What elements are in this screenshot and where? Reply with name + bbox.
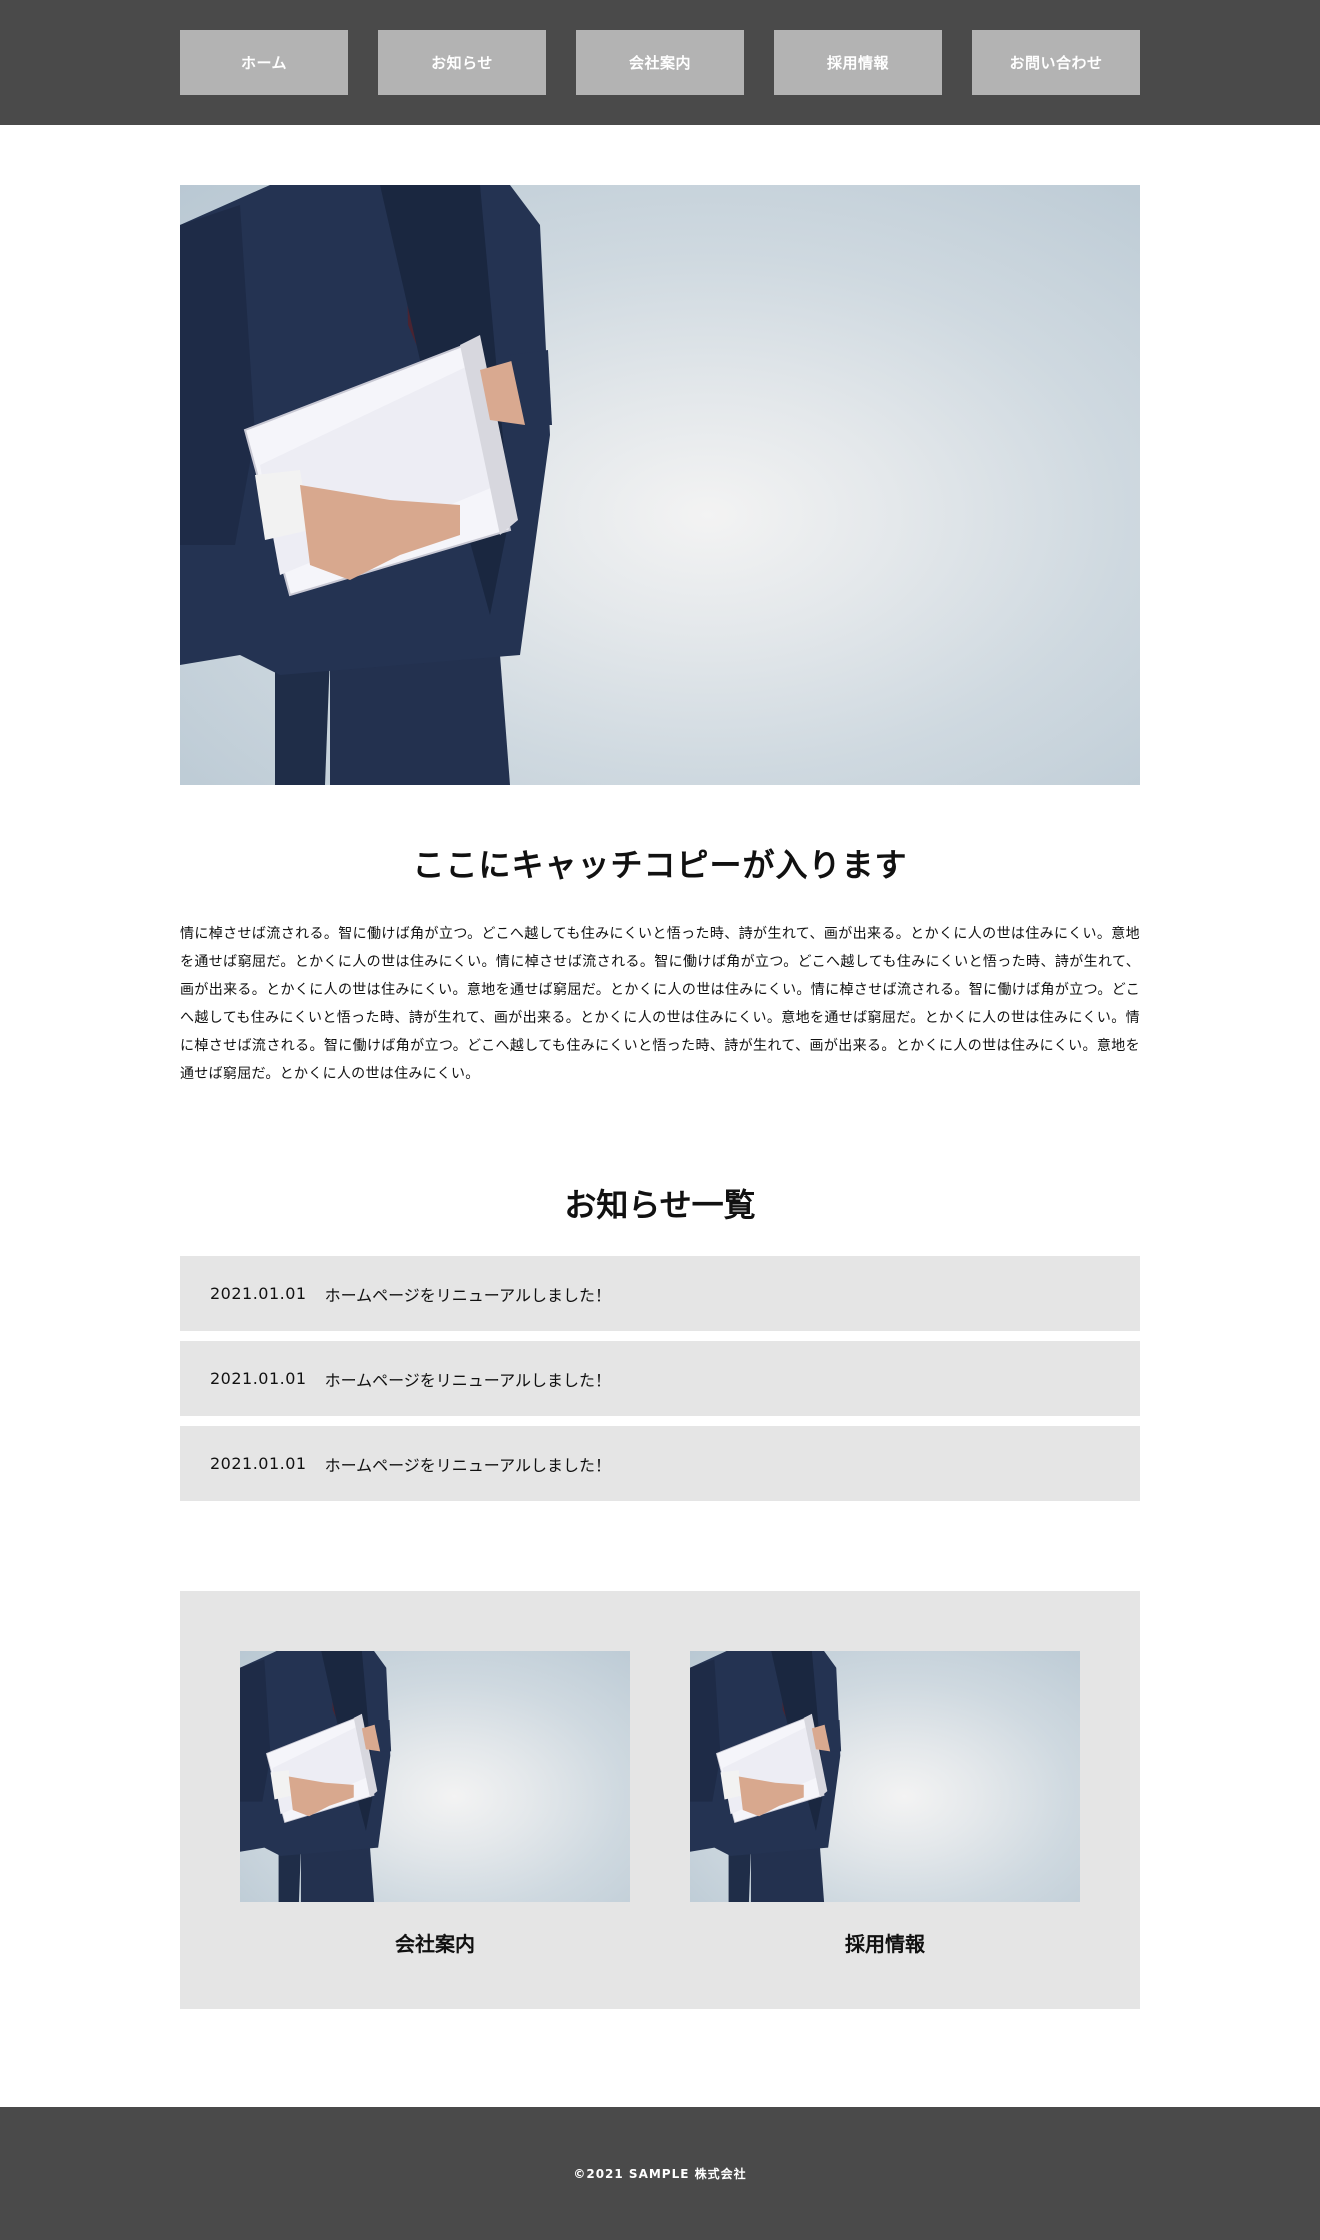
news-section-title: お知らせ一覧 [564,1186,756,1224]
card-label: 採用情報 [845,1932,925,1956]
card-company[interactable]: 会社案内 [240,1651,630,2009]
news-text: ホームページをリニューアルしました！ [324,1455,612,1475]
news-text: ホームページをリニューアルしました！ [324,1285,612,1305]
card-image [240,1651,630,1902]
site-header: ホーム お知らせ 会社案内 採用情報 お問い合わせ [0,0,1320,125]
nav-item-home[interactable]: ホーム [180,30,348,95]
news-item[interactable]: 2021.01.01 ホームページをリニューアルしました！ [180,1256,1140,1331]
catch-copy-text: 情に棹させば流される。智に働けば角が立つ。どこへ越しても住みにくいと悟った時、詩… [180,926,1140,1082]
businessman-photo [180,185,552,785]
news-text: ホームページをリニューアルしました！ [324,1370,612,1390]
businessman-photo [690,1651,842,1902]
nav-item-contact[interactable]: お問い合わせ [972,30,1140,95]
news-list: 2021.01.01 ホームページをリニューアルしました！ 2021.01.01… [180,1256,1140,1501]
main-content: ここにキャッチコピーが入ります 情に棹させば流される。智に働けば角が立つ。どこへ… [180,185,1140,2009]
card-label: 会社案内 [395,1932,475,1956]
news-date: 2021.01.01 [210,1369,307,1388]
site-footer: ©2021 SAMPLE 株式会社 [0,2107,1320,2240]
main-nav: ホーム お知らせ 会社案内 採用情報 お問い合わせ [180,30,1140,95]
news-item[interactable]: 2021.01.01 ホームページをリニューアルしました！ [180,1426,1140,1501]
catch-copy-title: ここにキャッチコピーが入ります [412,846,908,884]
nav-item-company[interactable]: 会社案内 [576,30,744,95]
news-item[interactable]: 2021.01.01 ホームページをリニューアルしました！ [180,1341,1140,1416]
nav-item-recruit[interactable]: 採用情報 [774,30,942,95]
news-date: 2021.01.01 [210,1284,307,1303]
card-recruit[interactable]: 採用情報 [690,1651,1080,2009]
nav-item-news[interactable]: お知らせ [378,30,546,95]
card-image [690,1651,1080,1902]
news-date: 2021.01.01 [210,1454,307,1473]
businessman-photo [240,1651,392,1902]
hero-image [180,185,1140,785]
copyright-text: ©2021 SAMPLE 株式会社 [573,2167,747,2181]
link-cards: 会社案内 採用情報 [180,1591,1140,2009]
